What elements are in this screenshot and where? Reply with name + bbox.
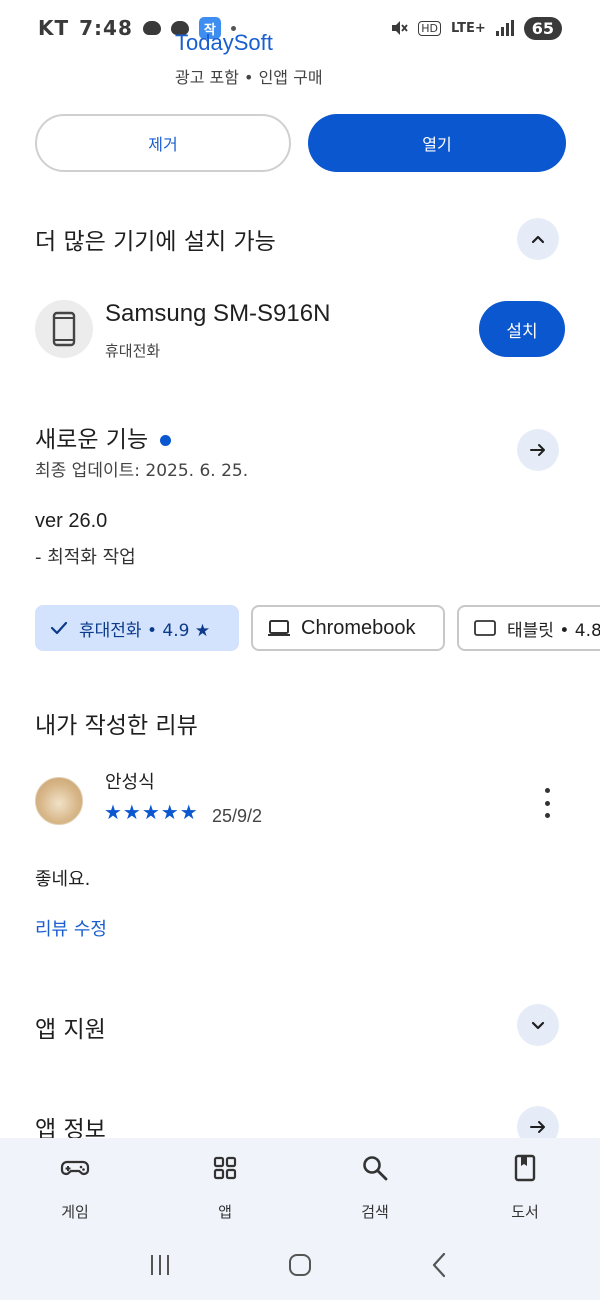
search-icon (363, 1156, 388, 1181)
back-icon[interactable] (427, 1252, 453, 1278)
chip-phone-label: 휴대전화 • 4.9 ★ (79, 620, 211, 641)
apps-grid-icon (213, 1156, 237, 1180)
battery-indicator: 65 (523, 16, 562, 40)
chip-tablet-label: 태블릿 • 4.8 (507, 620, 600, 641)
whats-new-label: 새로운 기능 (35, 427, 149, 453)
arrow-right-icon (530, 444, 545, 456)
nav-books[interactable]: 도서 (475, 1153, 575, 1222)
gamepad-icon (60, 1160, 90, 1176)
reviewer-name: 안성식 (105, 772, 155, 793)
rating-chips: 휴대전화 • 4.9 ★ Chromebook 태블릿 • 4.8 (35, 605, 600, 651)
review-more-menu[interactable] (538, 788, 556, 818)
review-stars: ★★★★★ (104, 800, 199, 824)
clock: 7:48 (79, 16, 133, 40)
open-button[interactable]: 열기 (308, 114, 566, 172)
remove-button[interactable]: 제거 (35, 114, 291, 172)
nav-books-label: 도서 (511, 1203, 539, 1221)
book-icon (514, 1154, 536, 1182)
whats-new-arrow-button[interactable] (517, 429, 559, 471)
chevron-up-icon (531, 235, 545, 244)
check-icon (50, 621, 68, 635)
chevron-down-icon (531, 1021, 545, 1030)
reviewer-avatar (35, 777, 83, 825)
app-support-title: 앱 지원 (35, 1017, 106, 1043)
status-right: HD LTE+ 65 (390, 16, 562, 40)
device-name: Samsung SM-S916N (105, 300, 331, 327)
home-icon[interactable] (287, 1252, 313, 1278)
nav-games-label: 게임 (61, 1203, 89, 1221)
review-date: 25/9/2 (212, 806, 263, 826)
chip-tablet[interactable]: 태블릿 • 4.8 (457, 605, 600, 651)
device-type: 휴대전화 (105, 342, 161, 360)
chip-phone[interactable]: 휴대전화 • 4.9 ★ (35, 605, 239, 651)
version-label: ver 26.0 (35, 510, 108, 532)
network-type: LTE+ (450, 20, 486, 36)
whats-new-title: 새로운 기능 (35, 420, 172, 454)
install-button[interactable]: 설치 (479, 301, 565, 357)
new-indicator-dot (160, 435, 172, 446)
cloud-icon (142, 21, 161, 35)
arrow-right-icon (530, 1121, 545, 1133)
chip-chromebook[interactable]: Chromebook (251, 605, 445, 651)
nav-apps-label: 앱 (218, 1203, 232, 1221)
collapse-button[interactable] (517, 218, 559, 260)
system-navigation-bar (0, 1240, 600, 1290)
devices-section-title: 더 많은 기기에 설치 가능 (35, 229, 276, 255)
nav-search[interactable]: 검색 (325, 1153, 425, 1222)
status-bar: KT 7:48 작 HD LTE+ 65 (0, 0, 600, 56)
hd-icon: HD (418, 20, 441, 36)
app-meta: 광고 포함 • 인앱 구매 (175, 68, 323, 87)
phone-icon (52, 311, 76, 347)
chip-chromebook-label: Chromebook (301, 616, 416, 639)
signal-icon (495, 20, 514, 36)
tablet-icon (474, 620, 496, 636)
app-support-expand-button[interactable] (517, 1004, 559, 1046)
laptop-icon (268, 620, 290, 636)
device-avatar (35, 300, 93, 358)
edit-review-link[interactable]: 리뷰 수정 (35, 915, 107, 941)
mute-icon (392, 21, 408, 35)
review-text: 좋네요. (35, 869, 91, 890)
release-notes: - 최적화 작업 (35, 547, 136, 568)
nav-games[interactable]: 게임 (25, 1153, 125, 1222)
last-updated: 최종 업데이트: 2025. 6. 25. (35, 461, 249, 481)
carrier-label: KT (38, 16, 70, 40)
my-review-title: 내가 작성한 리뷰 (35, 713, 198, 739)
nav-apps[interactable]: 앱 (175, 1153, 275, 1222)
recent-apps-icon[interactable] (147, 1253, 173, 1277)
nav-search-label: 검색 (361, 1203, 389, 1221)
app-title: TodaySoft (175, 30, 273, 55)
